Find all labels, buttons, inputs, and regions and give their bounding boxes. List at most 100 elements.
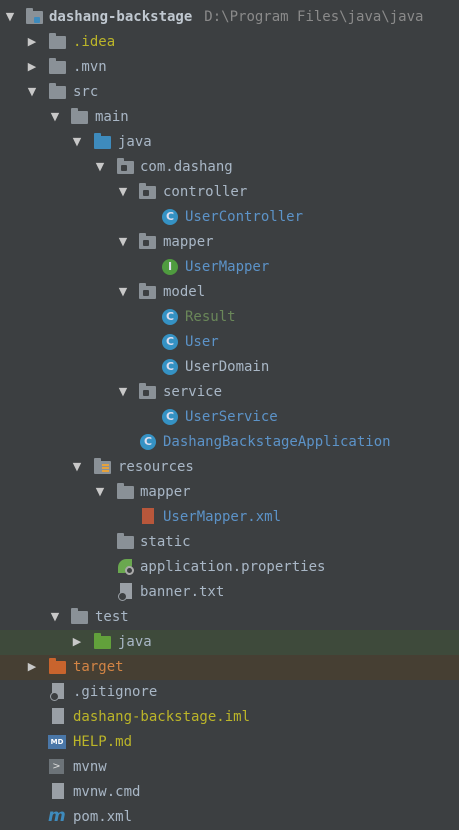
tree-row-main[interactable]: ▼ main [0, 105, 459, 130]
test-folder-label: test [95, 609, 129, 625]
text-file-icon [49, 783, 67, 801]
tree-row-result[interactable]: C Result [0, 305, 459, 330]
tree-row-mapper[interactable]: ▼ mapper [0, 230, 459, 255]
chevron-down-icon[interactable]: ▼ [4, 11, 16, 23]
chevron-down-icon[interactable]: ▼ [94, 161, 106, 173]
folder-icon [117, 483, 135, 501]
tree-row-res-mapper[interactable]: ▼ mapper [0, 480, 459, 505]
tree-row-java[interactable]: ▼ java [0, 130, 459, 155]
banner-label: banner.txt [140, 584, 225, 600]
tree-row-mvnw[interactable]: > mvnw [0, 755, 459, 780]
tree-row-pom[interactable]: m pom.xml [0, 805, 459, 830]
source-folder-icon [94, 133, 112, 151]
package-label: com.dashang [140, 159, 233, 175]
tree-row-user[interactable]: C User [0, 330, 459, 355]
tree-row-banner[interactable]: banner.txt [0, 580, 459, 605]
tree-row-resources[interactable]: ▼ resources [0, 455, 459, 480]
chevron-down-icon[interactable]: ▼ [94, 486, 106, 498]
interface-icon: I [161, 258, 179, 276]
folder-icon [49, 58, 67, 76]
chevron-down-icon[interactable]: ▼ [117, 236, 129, 248]
usercontroller-label: UserController [185, 209, 304, 225]
iml-label: dashang-backstage.iml [73, 709, 251, 725]
model-package-label: model [163, 284, 206, 300]
application-class-label: DashangBackstageApplication [163, 434, 391, 450]
class-icon: C [161, 358, 179, 376]
folder-icon [71, 108, 89, 126]
tree-row-usermapper-xml[interactable]: UserMapper.xml [0, 505, 459, 530]
chevron-right-icon[interactable]: ▶ [26, 36, 38, 48]
user-label: User [185, 334, 219, 350]
chevron-down-icon[interactable]: ▼ [117, 186, 129, 198]
tree-row-usercontroller[interactable]: C UserController [0, 205, 459, 230]
mvnw-label: mvnw [73, 759, 107, 775]
mvnw-cmd-label: mvnw.cmd [73, 784, 141, 800]
pom-label: pom.xml [73, 809, 133, 825]
main-folder-label: main [95, 109, 129, 125]
usermapper-label: UserMapper [185, 259, 270, 275]
tree-row-controller[interactable]: ▼ controller [0, 180, 459, 205]
tree-row-iml[interactable]: dashang-backstage.iml [0, 705, 459, 730]
static-folder-label: static [140, 534, 191, 550]
tree-row-userdomain[interactable]: C UserDomain [0, 355, 459, 380]
tree-row-idea[interactable]: ▶ .idea [0, 30, 459, 55]
module-file-icon [49, 708, 67, 726]
project-root-label: dashang-backstage D:\Program Files\java\j… [49, 9, 424, 25]
folder-icon [49, 83, 67, 101]
gitignore-label: .gitignore [73, 684, 158, 700]
excluded-folder-icon [49, 658, 67, 676]
spring-properties-icon [117, 558, 135, 576]
xml-file-icon [139, 508, 157, 526]
idea-folder-label: .idea [73, 34, 116, 50]
chevron-down-icon[interactable]: ▼ [117, 386, 129, 398]
folder-icon [71, 608, 89, 626]
chevron-down-icon[interactable]: ▼ [71, 136, 83, 148]
shell-script-icon: > [48, 758, 66, 776]
chevron-right-icon[interactable]: ▶ [26, 661, 38, 673]
tree-row-package[interactable]: ▼ com.dashang [0, 155, 459, 180]
chevron-down-icon[interactable]: ▼ [49, 611, 61, 623]
mvn-folder-label: .mvn [73, 59, 107, 75]
help-label: HELP.md [73, 734, 133, 750]
class-icon: C [161, 333, 179, 351]
chevron-down-icon[interactable]: ▼ [71, 461, 83, 473]
app-properties-label: application.properties [140, 559, 326, 575]
tree-row-gitignore[interactable]: .gitignore [0, 680, 459, 705]
target-folder-label: target [73, 659, 124, 675]
chevron-right-icon[interactable]: ▶ [71, 636, 83, 648]
mapper-package-label: mapper [163, 234, 214, 250]
folder-icon [49, 33, 67, 51]
result-label: Result [185, 309, 236, 325]
class-icon: C [161, 208, 179, 226]
chevron-down-icon[interactable]: ▼ [117, 286, 129, 298]
tree-row-application[interactable]: C DashangBackstageApplication [0, 430, 459, 455]
markdown-icon: MD [48, 733, 66, 751]
project-tree: ▼ dashang-backstage D:\Program Files\java… [0, 5, 459, 830]
tree-row-usermapper[interactable]: I UserMapper [0, 255, 459, 280]
project-folder-icon [26, 8, 44, 26]
controller-package-label: controller [163, 184, 248, 200]
tree-row-project-root[interactable]: ▼ dashang-backstage D:\Program Files\java… [0, 5, 459, 30]
resources-folder-label: resources [118, 459, 194, 475]
userservice-label: UserService [185, 409, 278, 425]
tree-row-model[interactable]: ▼ model [0, 280, 459, 305]
chevron-right-icon[interactable]: ▶ [26, 61, 38, 73]
tree-row-help[interactable]: MD HELP.md [0, 730, 459, 755]
tree-row-test-java[interactable]: ▶ java [0, 630, 459, 655]
chevron-down-icon[interactable]: ▼ [26, 86, 38, 98]
tree-row-test[interactable]: ▼ test [0, 605, 459, 630]
resources-folder-icon [94, 458, 112, 476]
package-icon [139, 183, 157, 201]
tree-row-mvn[interactable]: ▶ .mvn [0, 55, 459, 80]
package-icon [117, 158, 135, 176]
tree-row-service[interactable]: ▼ service [0, 380, 459, 405]
chevron-down-icon[interactable]: ▼ [49, 111, 61, 123]
tree-row-userservice[interactable]: C UserService [0, 405, 459, 430]
java-folder-label: java [118, 134, 152, 150]
package-icon [139, 383, 157, 401]
tree-row-mvnw-cmd[interactable]: mvnw.cmd [0, 780, 459, 805]
tree-row-app-properties[interactable]: application.properties [0, 555, 459, 580]
tree-row-target[interactable]: ▶ target [0, 655, 459, 680]
tree-row-static[interactable]: static [0, 530, 459, 555]
tree-row-src[interactable]: ▼ src [0, 80, 459, 105]
